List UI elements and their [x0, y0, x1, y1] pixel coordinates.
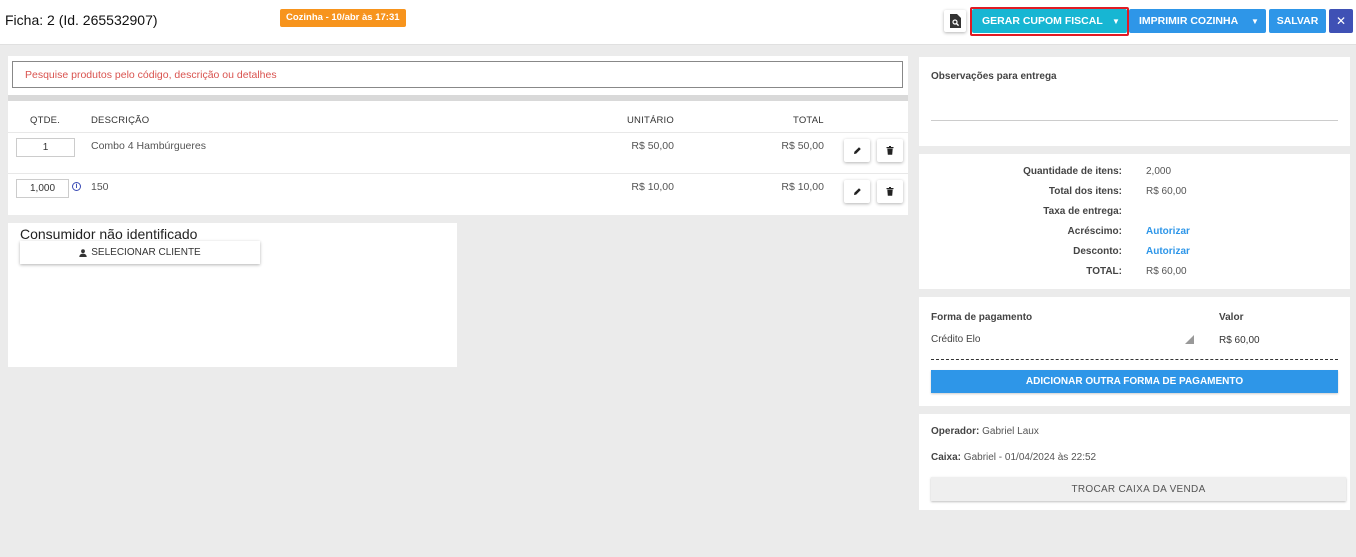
summary-label: Total dos itens:	[1048, 186, 1122, 197]
close-button[interactable]: ✕	[1329, 9, 1353, 33]
dropdown-corner-icon[interactable]	[1185, 335, 1194, 344]
column-header-unit-price: UNITÁRIO	[627, 115, 674, 126]
product-search-input[interactable]	[12, 61, 903, 88]
top-bar: Ficha: 2 (Id. 265532907) Cozinha - 10/ab…	[0, 0, 1356, 45]
change-cashier-button[interactable]: TROCAR CAIXA DA VENDA	[931, 477, 1346, 501]
caret-down-icon[interactable]: ▼	[1105, 17, 1127, 26]
edit-item-button[interactable]	[844, 180, 870, 203]
page-title: Ficha: 2 (Id. 265532907)	[5, 12, 158, 28]
print-kitchen-button[interactable]: IMPRIMIR COZINHA ▼	[1129, 9, 1266, 33]
item-description: 150	[91, 181, 109, 193]
divider	[931, 359, 1338, 360]
summary-label: TOTAL:	[1086, 266, 1122, 277]
quantity-field[interactable]: 1	[16, 138, 75, 157]
column-header-qty: QTDE.	[30, 115, 61, 126]
caret-down-icon[interactable]: ▼	[1244, 17, 1266, 26]
person-icon	[79, 248, 87, 257]
print-kitchen-label: IMPRIMIR COZINHA	[1139, 15, 1239, 27]
trash-icon	[886, 146, 894, 155]
payment-method-select[interactable]: Crédito Elo	[931, 334, 980, 345]
payment-method-header: Forma de pagamento	[931, 312, 1033, 323]
generate-fiscal-coupon-button[interactable]: GERAR CUPOM FISCAL ▼	[972, 9, 1127, 33]
authorize-surcharge-link[interactable]: Autorizar	[1146, 226, 1190, 237]
delivery-notes-card: Observações para entrega	[919, 57, 1350, 146]
product-search-card	[8, 56, 908, 95]
summary-label: Acréscimo:	[1067, 226, 1122, 237]
item-description: Combo 4 Hambúrgueres	[91, 140, 206, 152]
summary-label: Quantidade de itens:	[1023, 166, 1122, 177]
column-header-total: TOTAL	[793, 115, 824, 126]
item-unit-price: R$ 50,00	[631, 140, 674, 152]
operator-card: Operador: Gabriel Laux Caixa: Gabriel - …	[919, 414, 1350, 510]
select-client-label: SELECIONAR CLIENTE	[91, 247, 201, 258]
save-button[interactable]: SALVAR	[1269, 9, 1326, 33]
item-unit-price: R$ 10,00	[631, 181, 674, 193]
trash-icon	[886, 187, 894, 196]
payment-value-header: Valor	[1219, 312, 1244, 323]
delivery-notes-label: Observações para entrega	[931, 71, 1057, 82]
summary-total-value: R$ 60,00	[1146, 266, 1187, 277]
summary-label: Desconto:	[1073, 246, 1122, 257]
add-payment-method-button[interactable]: ADICIONAR OUTRA FORMA DE PAGAMENTO	[931, 370, 1338, 393]
row-divider	[8, 132, 908, 133]
select-client-button[interactable]: SELECIONAR CLIENTE	[20, 241, 260, 264]
pencil-icon	[853, 147, 861, 154]
customer-title: Consumidor não identificado	[20, 226, 198, 242]
summary-value: R$ 60,00	[1146, 186, 1187, 197]
info-icon[interactable]: i	[72, 182, 81, 191]
pencil-icon	[853, 188, 861, 195]
delete-item-button[interactable]	[877, 139, 903, 162]
cashier-value: Gabriel - 01/04/2024 às 22:52	[963, 452, 1097, 463]
summary-value: 2,000	[1146, 166, 1172, 177]
close-icon: ✕	[1335, 14, 1347, 28]
preview-button[interactable]	[944, 10, 966, 32]
operator-label: Operador:	[931, 426, 980, 437]
cashier-line: Caixa: Gabriel - 01/04/2024 às 22:52	[931, 452, 1096, 463]
customer-card: Consumidor não identificado SELECIONAR C…	[8, 223, 457, 367]
search-document-icon	[950, 14, 961, 28]
cashier-label: Caixa:	[931, 452, 962, 463]
column-header-description: DESCRIÇÃO	[91, 115, 150, 126]
delivery-notes-input[interactable]	[931, 120, 1338, 121]
authorize-discount-link[interactable]: Autorizar	[1146, 246, 1190, 257]
row-divider	[8, 173, 908, 174]
operator-value: Gabriel Laux	[982, 426, 1039, 437]
quantity-field[interactable]: 1,000	[16, 179, 69, 198]
item-total: R$ 50,00	[781, 140, 824, 152]
summary-label: Taxa de entrega:	[1043, 206, 1122, 217]
payment-card: Forma de pagamento Valor Crédito Elo R$ …	[919, 297, 1350, 406]
order-summary-card: Quantidade de itens: 2,000 Total dos ite…	[919, 154, 1350, 289]
delete-item-button[interactable]	[877, 180, 903, 203]
operator-line: Operador: Gabriel Laux	[931, 426, 1039, 437]
items-table: QTDE. DESCRIÇÃO UNITÁRIO TOTAL 1 Combo 4…	[8, 101, 908, 215]
kitchen-status-badge: Cozinha - 10/abr às 17:31	[280, 9, 406, 27]
edit-item-button[interactable]	[844, 139, 870, 162]
generate-fiscal-coupon-label: GERAR CUPOM FISCAL	[982, 15, 1103, 27]
payment-value: R$ 60,00	[1219, 335, 1260, 346]
item-total: R$ 10,00	[781, 181, 824, 193]
